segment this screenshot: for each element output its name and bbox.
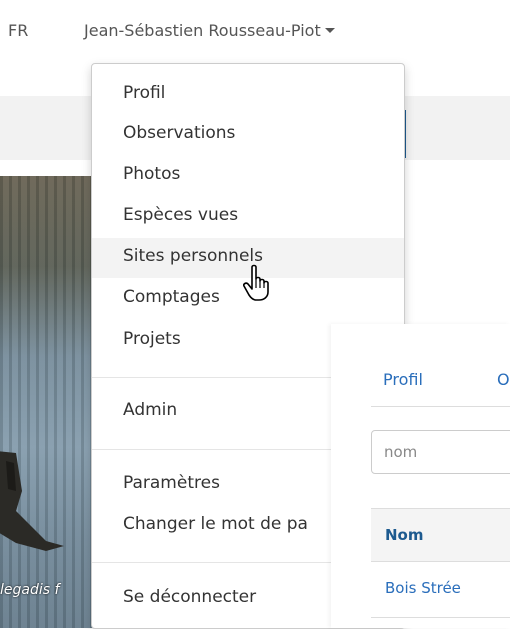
user-name: Jean-Sébastien Rousseau-Piot — [84, 21, 321, 40]
hand-pointer-cursor-icon — [243, 264, 269, 301]
menu-item-profil[interactable]: Profil — [92, 75, 404, 115]
tab-profil[interactable]: Profil — [383, 370, 423, 389]
user-menu-toggle[interactable]: Jean-Sébastien Rousseau-Piot — [84, 21, 335, 40]
top-navbar: FR Jean-Sébastien Rousseau-Piot — [0, 0, 510, 64]
search-field[interactable] — [371, 430, 510, 474]
tab-observations[interactable]: O — [497, 370, 510, 389]
site-name-link[interactable]: Bois Strée — [385, 579, 461, 597]
column-header-nom[interactable]: Nom — [385, 526, 424, 544]
background-photo — [0, 176, 102, 628]
caret-down-icon — [324, 28, 335, 33]
menu-item-photos[interactable]: Photos — [92, 156, 404, 196]
content-panel: Profil O Nom Bois Strée — [331, 324, 510, 628]
language-selector[interactable]: FR — [8, 21, 28, 40]
bird-silhouette — [0, 451, 64, 551]
table-header: Nom — [371, 508, 510, 562]
photo-caption: legadis f — [0, 582, 60, 598]
search-input[interactable] — [372, 431, 510, 473]
table-row[interactable]: Bois Strée — [371, 561, 510, 618]
menu-item-especes-vues[interactable]: Espèces vues — [92, 197, 404, 237]
menu-item-observations[interactable]: Observations — [92, 115, 404, 155]
tabs-underline — [371, 406, 510, 407]
